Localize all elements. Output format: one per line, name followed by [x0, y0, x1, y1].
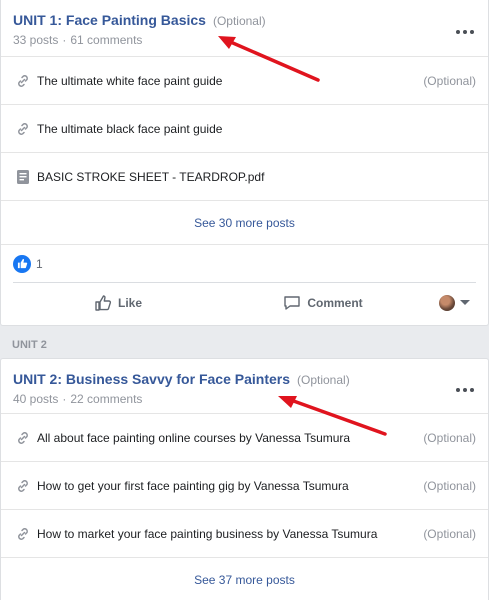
- post-optional-tag: (Optional): [423, 430, 476, 445]
- unit-2-post-1[interactable]: All about face painting online courses b…: [1, 413, 488, 461]
- comment-icon: [284, 295, 301, 310]
- post-title: How to get your first face painting gig …: [37, 478, 349, 493]
- unit-2-post-3[interactable]: How to market your face painting busines…: [1, 509, 488, 557]
- separator-dot: ·: [62, 33, 67, 47]
- unit-2-meta: 40 posts · 22 comments: [13, 392, 350, 406]
- post-optional-tag: (Optional): [423, 526, 476, 541]
- post-title: The ultimate black face paint guide: [37, 121, 223, 136]
- like-button[interactable]: Like: [13, 287, 223, 319]
- comment-label: Comment: [307, 295, 363, 310]
- post-optional-tag: (Optional): [423, 73, 476, 88]
- unit-1-card: UNIT 1: Face Painting Basics (Optional) …: [0, 0, 489, 326]
- like-reaction-icon[interactable]: [13, 254, 31, 273]
- unit-1-post-2[interactable]: The ultimate black face paint guide: [1, 104, 488, 152]
- post-title: BASIC STROKE SHEET - TEARDROP.pdf: [37, 169, 265, 184]
- unit-1-meta: 33 posts · 61 comments: [13, 33, 266, 47]
- unit-2-post-2[interactable]: How to get your first face painting gig …: [1, 461, 488, 509]
- unit-2-title[interactable]: UNIT 2: Business Savvy for Face Painters: [13, 371, 290, 387]
- like-count[interactable]: 1: [36, 257, 43, 271]
- link-icon: [13, 119, 33, 139]
- link-icon: [13, 428, 33, 448]
- post-optional-tag: (Optional): [423, 478, 476, 493]
- chevron-down-icon: [460, 300, 470, 305]
- unit-1-header: UNIT 1: Face Painting Basics (Optional) …: [13, 12, 266, 47]
- post-title: How to market your face painting busines…: [37, 526, 378, 541]
- unit-2-posts-count[interactable]: 40 posts: [13, 392, 58, 406]
- like-icon: [95, 294, 112, 311]
- link-icon: [13, 71, 33, 91]
- post-title: All about face painting online courses b…: [37, 430, 351, 445]
- post-as-selector[interactable]: [439, 294, 470, 311]
- unit-2-comments-count[interactable]: 22 comments: [70, 392, 142, 406]
- unit-2-see-more-link[interactable]: See 37 more posts: [1, 557, 488, 600]
- unit-1-comments-count[interactable]: 61 comments: [70, 33, 142, 47]
- like-label: Like: [117, 295, 142, 310]
- post-title: The ultimate white face paint guide: [37, 73, 223, 88]
- unit-1-posts-count[interactable]: 33 posts: [13, 33, 58, 47]
- unit-1-optional-tag: (Optional): [212, 14, 266, 28]
- unit-1-title[interactable]: UNIT 1: Face Painting Basics: [13, 12, 206, 28]
- unit-1-more-icon[interactable]: [456, 26, 474, 38]
- unit-2-header: UNIT 2: Business Savvy for Face Painters…: [13, 371, 350, 406]
- link-icon: [13, 476, 33, 496]
- unit-2-section-label: UNIT 2: [12, 339, 47, 351]
- link-icon: [13, 524, 33, 544]
- unit-1-actions: Like Comment: [13, 282, 476, 322]
- comment-button[interactable]: Comment: [223, 287, 423, 319]
- unit-1-see-more-link[interactable]: See 30 more posts: [1, 200, 488, 244]
- unit-1-post-1[interactable]: The ultimate white face paint guide (Opt…: [1, 56, 488, 104]
- unit-2-more-icon[interactable]: [456, 384, 474, 396]
- separator-dot: ·: [62, 392, 67, 406]
- unit-2-optional-tag: (Optional): [297, 373, 350, 387]
- file-icon: [13, 167, 33, 187]
- unit-2-card: UNIT 2: Business Savvy for Face Painters…: [0, 358, 489, 600]
- unit-1-likes-row: 1: [1, 244, 488, 282]
- unit-1-post-3[interactable]: BASIC STROKE SHEET - TEARDROP.pdf: [1, 152, 488, 200]
- avatar: [439, 294, 455, 311]
